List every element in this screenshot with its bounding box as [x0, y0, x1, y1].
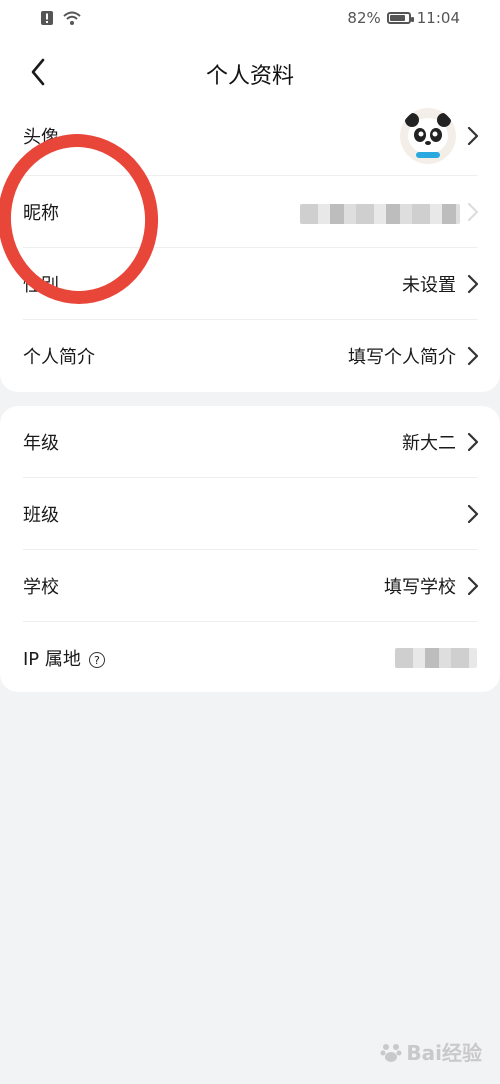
chevron-right-icon — [467, 346, 479, 366]
chevron-right-icon — [467, 126, 479, 146]
alert-icon — [41, 11, 53, 25]
blurred-ip-location — [395, 648, 477, 668]
clock: 11:04 — [416, 9, 460, 27]
row-value: 未设置 — [402, 275, 456, 296]
page-title: 个人资料 — [205, 64, 294, 89]
chevron-right-icon — [467, 576, 479, 596]
row-class[interactable]: 班级 — [0, 478, 500, 550]
status-bar: 82% 11:04 — [0, 0, 500, 40]
battery-icon — [386, 12, 414, 24]
watermark: Bai经验 — [380, 1037, 482, 1066]
chevron-right-icon — [467, 432, 479, 452]
panda-avatar-image — [405, 113, 451, 158]
row-grade[interactable]: 年级 新大二 — [0, 406, 500, 478]
question-circle-icon[interactable]: ? — [88, 652, 105, 668]
paw-icon — [380, 1043, 402, 1062]
status-left — [40, 10, 82, 26]
row-label: 头像 — [23, 127, 59, 148]
row-avatar[interactable]: 头像 — [0, 96, 500, 176]
row-label: 班级 — [23, 505, 59, 526]
row-ip-location: IP 属地? — [0, 622, 500, 692]
status-right: 82% 11:04 — [347, 9, 460, 27]
ip-label-text: IP 属地 — [23, 649, 81, 670]
education-card: 年级 新大二 班级 学校 填写学校 IP 属地? — [0, 406, 500, 692]
battery-percent: 82% — [347, 9, 381, 27]
row-nickname[interactable]: 昵称 — [0, 176, 500, 248]
profile-card: 头像 昵称 性别 未设置 个人简介 填写个人简介 — [0, 96, 500, 392]
avatar[interactable] — [400, 108, 456, 164]
row-gender[interactable]: 性别 未设置 — [0, 248, 500, 320]
row-label: 性别 — [23, 275, 59, 296]
row-school[interactable]: 学校 填写学校 — [0, 550, 500, 622]
wifi-icon — [63, 11, 81, 25]
blurred-nickname — [300, 204, 460, 224]
row-label: 年级 — [23, 433, 59, 454]
chevron-right-icon — [467, 202, 479, 222]
row-value: 新大二 — [402, 433, 456, 454]
row-label: 昵称 — [23, 203, 59, 224]
watermark-text: Bai经验 — [406, 1041, 482, 1065]
row-value: 填写个人简介 — [348, 347, 456, 368]
chevron-right-icon — [467, 274, 479, 294]
row-label: IP 属地? — [23, 645, 105, 671]
row-value: 填写学校 — [384, 577, 456, 598]
chevron-right-icon — [467, 504, 479, 524]
row-label: 个人简介 — [23, 347, 95, 368]
row-label: 学校 — [23, 577, 59, 598]
row-bio[interactable]: 个人简介 填写个人简介 — [0, 320, 500, 392]
